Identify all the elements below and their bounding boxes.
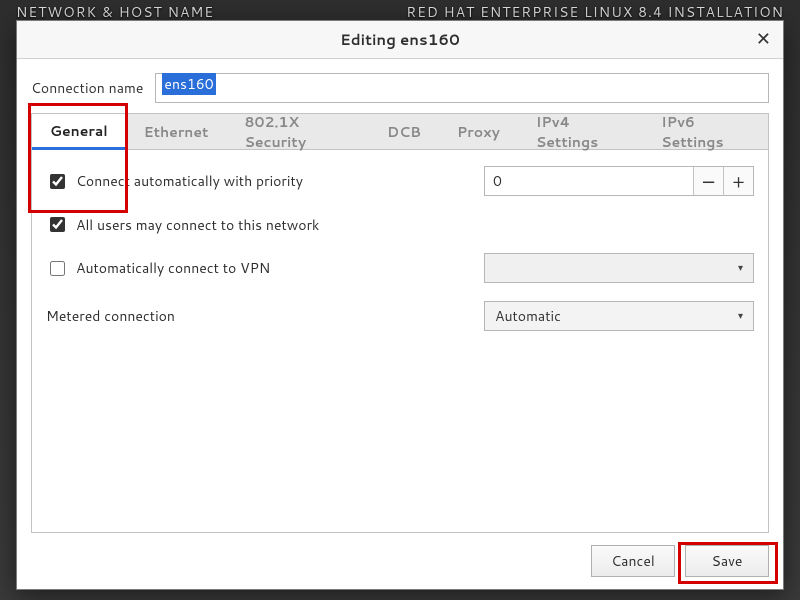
tab-strip: General Ethernet 802.1X Security DCB Pro… [32,114,768,150]
cancel-button[interactable]: Cancel [591,545,675,577]
auto-vpn-checkbox[interactable] [50,261,65,276]
close-icon[interactable]: ✕ [756,29,771,47]
connection-name-row: Connection name ens160 [17,59,783,113]
edit-connection-dialog: Editing ens160 ✕ Connection name ens160 … [16,20,784,590]
tab-ipv4-settings[interactable]: IPv4 Settings [518,114,643,149]
all-users-checkbox[interactable] [50,217,65,232]
connect-automatically-label: Connect automatically with priority [76,171,303,191]
dialog-footer: Cancel Save [17,533,783,589]
bg-right-title: RED HAT ENTERPRISE LINUX 8.4 INSTALLATIO… [406,2,784,22]
priority-value[interactable]: 0 [485,167,693,195]
general-panel: Connect automatically with priority 0 − … [32,150,768,532]
all-users-row: All users may connect to this network [46,214,754,235]
dialog-titlebar: Editing ens160 ✕ [17,21,783,59]
dialog-title: Editing ens160 [340,29,460,50]
tab-dcb[interactable]: DCB [369,114,439,149]
tab-general[interactable]: General [32,114,126,150]
metered-dropdown[interactable]: Automatic ▾ [484,301,754,331]
save-button[interactable]: Save [685,545,769,577]
connection-name-label: Connection name [31,78,143,98]
tab-proxy[interactable]: Proxy [439,114,518,149]
chevron-down-icon: ▾ [738,309,743,323]
connection-name-value: ens160 [162,73,215,95]
bg-left-title: NETWORK & HOST NAME [16,2,214,22]
all-users-label: All users may connect to this network [76,215,319,235]
connect-automatically-checkbox[interactable] [50,174,65,189]
priority-increment-button[interactable]: + [723,167,753,195]
connection-name-input[interactable]: ens160 [155,73,769,103]
tab-ipv6-settings[interactable]: IPv6 Settings [643,114,768,149]
metered-row: Metered connection Automatic ▾ [46,301,754,331]
chevron-down-icon: ▾ [738,261,743,275]
auto-vpn-label: Automatically connect to VPN [76,258,270,278]
priority-decrement-button[interactable]: − [693,167,723,195]
connect-automatically-row: Connect automatically with priority 0 − … [46,166,754,196]
tabs-container: General Ethernet 802.1X Security DCB Pro… [31,113,769,533]
vpn-dropdown[interactable]: ▾ [484,253,754,283]
tab-ethernet[interactable]: Ethernet [126,114,227,149]
auto-vpn-row: Automatically connect to VPN ▾ [46,253,754,283]
metered-dropdown-value: Automatic [495,306,561,326]
metered-label: Metered connection [46,306,175,326]
priority-spinbox[interactable]: 0 − + [484,166,754,196]
tab-8021x-security[interactable]: 802.1X Security [226,114,369,149]
